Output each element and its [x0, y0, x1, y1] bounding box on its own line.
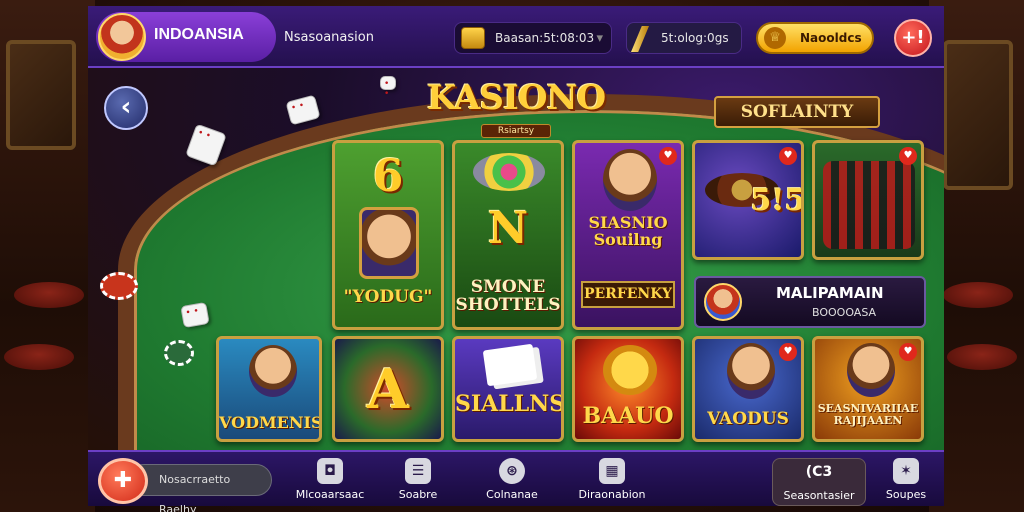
tile-caption: "YODUG"	[343, 287, 433, 307]
favorite-badge-icon[interactable]: ♥	[779, 147, 797, 165]
top-bar: INDOANSIA Nsasoanasion Baasan:5t:08:03 ▾…	[88, 6, 944, 68]
rewards-button-label: Naooldcs	[800, 31, 862, 45]
favorite-badge-icon[interactable]: ♥	[779, 343, 797, 361]
camera-icon: ◘	[317, 458, 343, 484]
lion-mascot-icon	[603, 345, 657, 395]
dice-decoration	[285, 94, 321, 126]
casino-app-window: INDOANSIA Nsasoanasion Baasan:5t:08:03 ▾…	[88, 6, 944, 512]
nav-item-3[interactable]: ▦ Diraonabion	[570, 458, 654, 506]
tile-big-text: N	[487, 203, 529, 254]
chevron-icon: ▾	[596, 31, 603, 46]
bottom-nav: Nosacrraetto Raelhy ✚ ◘ Mlcoaarsaac ☰ So…	[88, 450, 944, 512]
playing-cards-icon	[482, 343, 538, 387]
game-tile[interactable]: BAAUO	[572, 336, 684, 442]
star-icon: ✶	[893, 458, 919, 484]
roulette-icon: ⊛	[499, 458, 525, 484]
wall-frame	[6, 40, 76, 150]
nav-label: Colnanae	[486, 488, 538, 501]
game-tile[interactable]: VAODUS ♥	[692, 336, 804, 442]
grid-icon: ▦	[599, 458, 625, 484]
game-tile[interactable]: N SMONE SHOTTELS	[452, 140, 564, 330]
promo-subtitle: BOOOOASA	[812, 306, 877, 319]
profile-name: INDOANSIA	[154, 26, 244, 43]
nav-label: Diraonabion	[578, 488, 646, 501]
coin-pill[interactable]: 5t:olog:0gs	[626, 22, 742, 54]
tile-caption: BAAUO	[582, 403, 674, 429]
poker-chip	[164, 340, 194, 366]
treasure-chest-icon	[461, 27, 485, 49]
promo-title: MALIPAMAIN	[776, 284, 884, 302]
nav-item-0[interactable]: ◘ Mlcoaarsaac	[288, 458, 372, 506]
search-input[interactable]: Nosacrraetto Raelhy	[128, 464, 272, 512]
nav-label: Soupes	[885, 488, 927, 501]
wall-frame	[943, 40, 1013, 190]
stack-icon: ☰	[405, 458, 431, 484]
game-tile[interactable]: 6 "YODUG"	[332, 140, 444, 330]
bar-stool	[4, 344, 74, 370]
poker-chip	[100, 272, 138, 300]
nav-item-4[interactable]: (C3 Seasontasier	[772, 458, 866, 506]
favorite-badge-icon[interactable]: ♥	[899, 343, 917, 361]
rewards-button[interactable]: ♕ Naooldcs	[756, 22, 874, 54]
chat-icon: (C3	[805, 464, 833, 480]
nav-item-2[interactable]: ⊛ Colnanae	[470, 458, 554, 506]
candy-bowl-icon	[473, 153, 545, 191]
add-funds-button[interactable]: +!	[894, 19, 932, 57]
character-portrait	[603, 149, 657, 211]
tile-big-text: 5!5	[750, 183, 804, 218]
trophy-icon: ♕	[764, 27, 786, 49]
tile-big-text: 6	[372, 151, 404, 202]
favorite-badge-icon[interactable]: ♥	[659, 147, 677, 165]
dice-decoration	[180, 301, 210, 329]
coin-value: 5t:olog:0gs	[661, 31, 729, 45]
balance-value: Baasan:5t:08:03	[495, 31, 595, 45]
profile-button[interactable]: INDOANSIA	[96, 12, 276, 62]
bar-stool	[943, 282, 1013, 308]
tile-strip-label: PERFENKY	[581, 281, 675, 308]
status-text: Nsasoanasion	[284, 30, 374, 45]
tile-caption: VODMENIS	[219, 413, 322, 432]
avatar	[704, 283, 742, 321]
balance-pill[interactable]: Baasan:5t:08:03 ▾	[454, 22, 612, 54]
tile-caption: SIALLNS	[455, 391, 564, 417]
game-tile[interactable]: VODMENIS	[216, 336, 322, 442]
coin-icon	[631, 26, 649, 52]
nav-label: Soabre	[398, 488, 438, 501]
home-button[interactable]: ✚	[98, 458, 148, 504]
logo-subtitle: Rsiartsy	[480, 124, 552, 138]
tile-caption: SMONE SHOTTELS	[455, 277, 561, 315]
back-button[interactable]: ‹	[104, 86, 148, 130]
character-portrait	[359, 207, 419, 279]
tile-caption: SIASNIO Souilng	[588, 213, 668, 249]
character-portrait	[847, 343, 895, 397]
game-tile[interactable]: A	[332, 336, 444, 442]
nav-label: Mlcoaarsaac	[295, 488, 365, 501]
game-tile[interactable]: 5!5 ♥	[692, 140, 804, 260]
game-tile[interactable]: ♥	[812, 140, 924, 260]
favorite-badge-icon[interactable]: ♥	[899, 147, 917, 165]
casino-logo: KASIONO Rsiartsy	[418, 78, 614, 138]
nav-item-1[interactable]: ☰ Soabre	[376, 458, 460, 506]
character-portrait	[249, 345, 297, 397]
promo-banner[interactable]: SOFLAINTY	[714, 96, 880, 128]
roulette-table-icon	[823, 161, 915, 249]
bar-stool	[14, 282, 84, 308]
nav-item-5[interactable]: ✶ Soupes	[864, 458, 948, 506]
game-lobby: ‹ KASIONO Rsiartsy SOFLAINTY 6 "YODUG" N…	[88, 68, 944, 450]
jackpot-promo[interactable]: MALIPAMAIN BOOOOASA	[694, 276, 926, 328]
character-portrait	[727, 343, 775, 399]
tile-caption: SEASNIVARIIAE RAJIJAAEN	[817, 402, 919, 427]
tile-big-text: A	[367, 357, 409, 421]
logo-title: KASIONO	[426, 78, 606, 118]
game-tile[interactable]: SIALLNS	[452, 336, 564, 442]
avatar	[98, 13, 146, 61]
nav-label: Seasontasier	[783, 489, 855, 502]
tile-caption: VAODUS	[707, 409, 789, 429]
game-tile[interactable]: SIASNIO Souilng PERFENKY ♥	[572, 140, 684, 330]
dice-decoration	[380, 76, 396, 99]
game-tile[interactable]: SEASNIVARIIAE RAJIJAAEN ♥	[812, 336, 924, 442]
bar-stool	[947, 344, 1017, 370]
room-background-left	[0, 0, 95, 512]
